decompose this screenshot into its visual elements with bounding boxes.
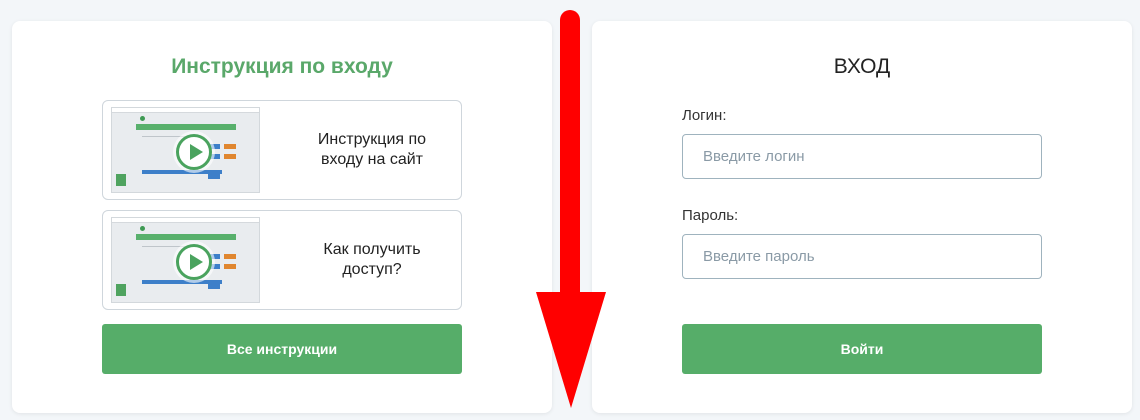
instructions-card: Инструкция по входу Инструкция по входу … (12, 21, 552, 413)
login-input[interactable] (682, 134, 1042, 179)
play-icon[interactable] (176, 134, 212, 170)
login-button[interactable]: Войти (682, 324, 1042, 374)
video-get-access[interactable]: Как получить доступ? (102, 210, 462, 310)
play-icon[interactable] (176, 244, 212, 280)
video-thumbnail (111, 107, 260, 193)
login-label: Логин: (682, 107, 727, 124)
login-card: ВХОД Логин: Пароль: Войти (592, 21, 1132, 413)
page: Инструкция по входу Инструкция по входу … (0, 0, 1140, 420)
video-login-instruction[interactable]: Инструкция по входу на сайт (102, 100, 462, 200)
password-label: Пароль: (682, 207, 739, 224)
login-title: ВХОД (833, 55, 891, 78)
video-label: Инструкция по входу на сайт (317, 131, 427, 168)
all-instructions-button[interactable]: Все инструкции (102, 324, 462, 374)
video-thumbnail (111, 217, 260, 303)
instructions-title: Инструкция по входу (171, 55, 393, 78)
video-label: Как получить доступ? (323, 241, 421, 278)
password-input[interactable] (682, 234, 1042, 279)
